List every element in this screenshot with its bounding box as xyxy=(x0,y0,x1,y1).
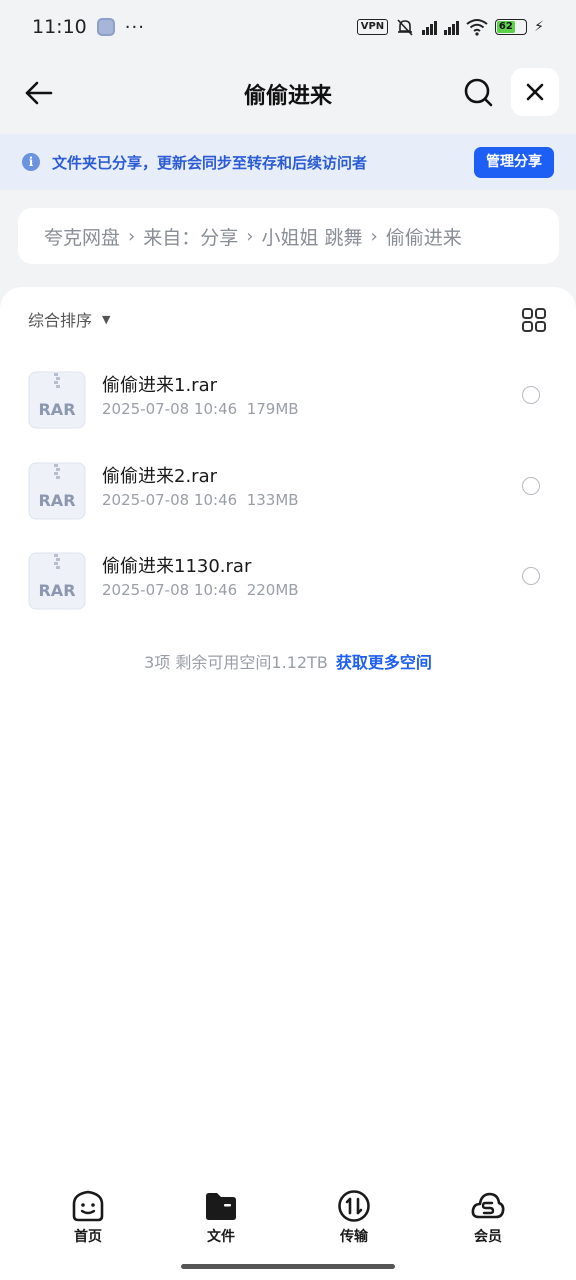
share-notice-bar: i 文件夹已分享，更新会同步至转存和后续访问者 管理分享 xyxy=(0,134,576,190)
sort-dropdown[interactable]: 综合排序 ▼ xyxy=(28,307,110,331)
home-indicator[interactable] xyxy=(181,1264,395,1269)
select-radio[interactable] xyxy=(522,567,540,585)
file-size: 220MB xyxy=(246,581,299,599)
file-meta: 2025-07-08 10:46 179MB xyxy=(102,400,299,418)
file-list-item[interactable]: RAR 偷偷进来1130.rar 2025-07-08 10:46 220MB xyxy=(0,548,576,628)
rar-archive-icon: RAR xyxy=(28,552,86,610)
tab-vip-label: 会员 xyxy=(474,1229,502,1245)
file-date: 2025-07-08 10:46 xyxy=(102,491,238,509)
file-meta: 2025-07-08 10:46 133MB xyxy=(102,491,299,509)
file-name: 偷偷进来2.rar xyxy=(102,466,218,487)
file-list-panel: 综合排序 ▼ RAR 偷偷进来1.rar 2025-07-08 10:46 17… xyxy=(0,287,576,1280)
chevron-right-icon: › xyxy=(370,225,378,247)
chevron-right-icon: › xyxy=(128,225,136,247)
more-notifications-icon: ··· xyxy=(124,16,145,38)
file-meta: 2025-07-08 10:46 220MB xyxy=(102,581,299,599)
select-radio[interactable] xyxy=(522,386,540,404)
tab-files-label: 文件 xyxy=(207,1229,235,1245)
transfer-icon xyxy=(338,1190,370,1222)
manage-share-button[interactable]: 管理分享 xyxy=(474,147,554,178)
status-time: 11:10 xyxy=(32,16,87,38)
tab-vip[interactable]: 会员 xyxy=(448,1188,528,1246)
close-button[interactable] xyxy=(511,68,559,116)
storage-summary-text: 3项 剩余可用空间1.12TB xyxy=(144,653,328,672)
sort-label: 综合排序 xyxy=(28,311,93,330)
vip-cloud-icon xyxy=(471,1192,505,1219)
breadcrumb: 夸克网盘 › 来自：分享 › 小姐姐 跳舞 › 偷偷进来 xyxy=(18,208,559,264)
close-icon xyxy=(526,83,544,101)
signal-2-icon xyxy=(444,19,460,35)
wifi-icon xyxy=(466,19,488,36)
folder-icon xyxy=(206,1193,236,1220)
file-date: 2025-07-08 10:46 xyxy=(102,400,238,418)
tab-transfer[interactable]: 传输 xyxy=(314,1188,394,1246)
home-face-icon xyxy=(72,1190,104,1222)
battery-icon: 62 xyxy=(495,19,528,35)
share-notice-text: 文件夹已分享，更新会同步至转存和后续访问者 xyxy=(52,153,368,172)
file-date: 2025-07-08 10:46 xyxy=(102,581,238,599)
top-nav-bar: 偷偷进来 xyxy=(0,54,576,134)
caret-down-icon: ▼ xyxy=(102,312,111,326)
status-bar: 11:10 ··· VPN 62 ⚡ xyxy=(0,0,576,54)
rar-archive-icon: RAR xyxy=(28,462,86,520)
charging-icon: ⚡ xyxy=(534,19,544,35)
breadcrumb-item-folder[interactable]: 小姐姐 跳舞 xyxy=(261,223,362,250)
breadcrumb-item-shared[interactable]: 来自：分享 xyxy=(143,223,238,250)
file-list-item[interactable]: RAR 偷偷进来1.rar 2025-07-08 10:46 179MB xyxy=(0,367,576,447)
select-radio[interactable] xyxy=(522,477,540,495)
tab-files[interactable]: 文件 xyxy=(181,1188,261,1246)
mute-bell-icon xyxy=(397,19,413,36)
vpn-icon: VPN xyxy=(356,19,389,35)
signal-1-icon xyxy=(422,19,438,35)
file-list-item[interactable]: RAR 偷偷进来2.rar 2025-07-08 10:46 133MB xyxy=(0,458,576,538)
file-size: 179MB xyxy=(246,400,299,418)
rar-label: RAR xyxy=(38,400,75,419)
breadcrumb-item-root[interactable]: 夸克网盘 xyxy=(44,223,120,250)
chevron-right-icon: › xyxy=(246,225,254,247)
tab-home[interactable]: 首页 xyxy=(48,1188,128,1246)
info-icon: i xyxy=(22,153,40,171)
app-notification-icon xyxy=(96,18,115,36)
search-icon[interactable] xyxy=(460,74,496,110)
rar-label: RAR xyxy=(38,491,75,510)
breadcrumb-item-current[interactable]: 偷偷进来 xyxy=(386,223,462,250)
rar-label: RAR xyxy=(38,581,75,600)
battery-level: 62 xyxy=(497,21,515,33)
file-name: 偷偷进来1.rar xyxy=(102,375,218,396)
storage-summary: 3项 剩余可用空间1.12TB 获取更多空间 xyxy=(0,649,576,673)
bottom-tab-bar: 首页 文件 传输 会员 xyxy=(0,1188,576,1258)
grid-view-icon[interactable] xyxy=(521,307,547,333)
rar-archive-icon: RAR xyxy=(28,371,86,429)
get-more-space-link[interactable]: 获取更多空间 xyxy=(336,653,432,672)
file-size: 133MB xyxy=(246,491,299,509)
tab-transfer-label: 传输 xyxy=(340,1229,368,1245)
file-name: 偷偷进来1130.rar xyxy=(102,556,252,577)
tab-home-label: 首页 xyxy=(74,1229,102,1245)
